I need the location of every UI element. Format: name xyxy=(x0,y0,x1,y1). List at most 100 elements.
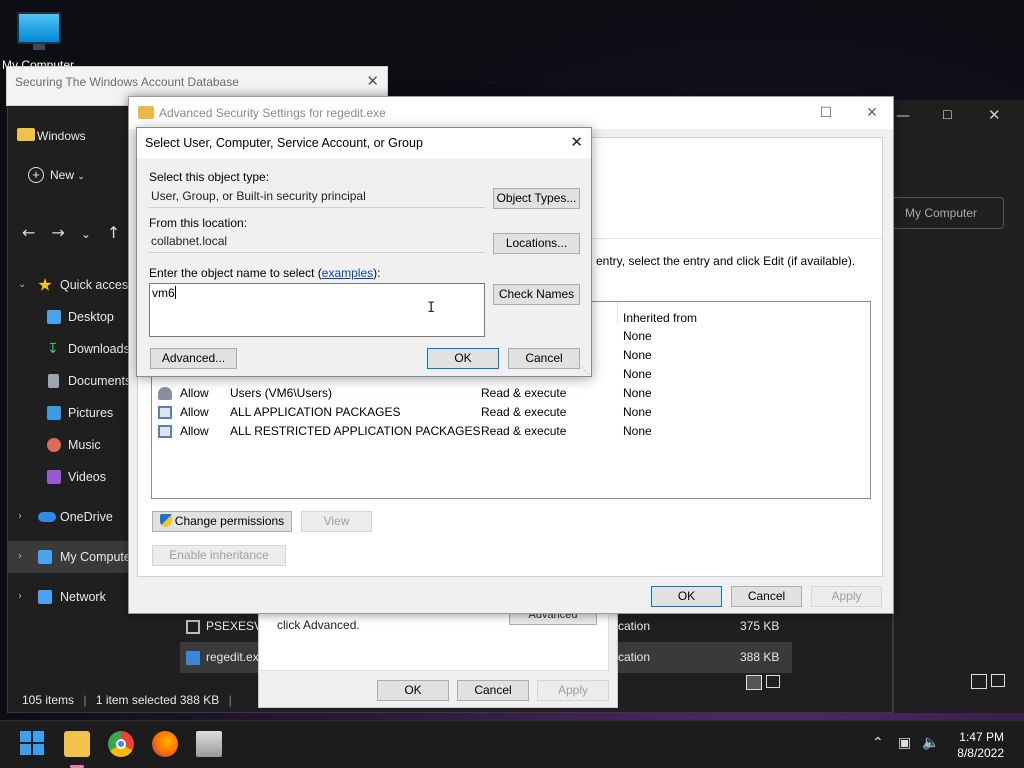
close-icon[interactable]: ✕ xyxy=(366,72,379,90)
view-button[interactable]: View xyxy=(301,511,372,532)
apply-button[interactable]: Apply xyxy=(811,586,882,607)
status-bar: 105 items | 1 item selected 388 KB | xyxy=(22,693,232,707)
chevron-right-icon[interactable]: › xyxy=(18,541,22,573)
volume-icon[interactable]: 🔈 xyxy=(922,735,939,751)
sidebar-item-downloads[interactable]: ↧ Downloads xyxy=(8,333,132,365)
app-icon xyxy=(186,620,200,634)
desktop-my-computer[interactable]: My Computer xyxy=(0,6,80,74)
download-icon: ↧ xyxy=(47,341,59,357)
chevron-right-icon[interactable]: › xyxy=(18,501,22,533)
object-name-label-text: Enter the object name to select ( xyxy=(149,266,322,280)
network-tray-icon[interactable]: ▣ xyxy=(898,735,911,751)
file-type: cation xyxy=(618,650,651,664)
sidebar-item-videos[interactable]: Videos xyxy=(8,461,132,493)
table-row[interactable]: Allow ALL APPLICATION PACKAGES Read & ex… xyxy=(152,403,870,422)
advanced-button[interactable]: Advanced... xyxy=(150,348,237,369)
sidebar-item-desktop[interactable]: Desktop xyxy=(8,301,132,333)
location-field: collabnet.local xyxy=(149,231,485,253)
new-button[interactable]: + New ⌄ xyxy=(28,167,85,183)
details-view-icon[interactable] xyxy=(746,675,762,690)
check-names-button[interactable]: Check Names xyxy=(493,284,580,305)
view-buttons xyxy=(969,672,1005,692)
chevron-up-icon[interactable]: ⌃ xyxy=(872,735,884,751)
cancel-button[interactable]: Cancel xyxy=(457,680,529,701)
row-inherited: None xyxy=(623,405,652,419)
windows-start-icon[interactable] xyxy=(20,731,46,757)
row-inherited: None xyxy=(623,367,652,381)
sidebar-item-label: Pictures xyxy=(68,406,114,420)
sidebar-item-pictures[interactable]: Pictures xyxy=(8,397,132,429)
minimize-icon[interactable]: — xyxy=(896,108,910,124)
sidebar-item-onedrive[interactable]: › OneDrive xyxy=(8,501,132,533)
column-header-inherited-from[interactable]: Inherited from xyxy=(623,311,697,325)
close-icon[interactable]: ✕ xyxy=(849,101,895,125)
firefox-icon[interactable] xyxy=(152,731,178,757)
object-types-button[interactable]: Object Types... xyxy=(493,188,580,209)
file-explorer-taskbar-icon[interactable] xyxy=(64,731,90,757)
change-permissions-label: Change permissions xyxy=(174,514,285,528)
computer-icon xyxy=(38,550,52,564)
row-type: Allow xyxy=(180,386,209,400)
ok-button[interactable]: OK xyxy=(651,586,722,607)
sidebar-item-label: Documents xyxy=(68,374,132,388)
maximize-icon[interactable]: ☐ xyxy=(803,101,849,125)
up-arrow-icon[interactable]: ↑ xyxy=(107,223,120,242)
sidebar-item-network[interactable]: › Network xyxy=(8,581,132,613)
file-type: cation xyxy=(618,619,651,633)
maximize-icon[interactable]: ☐ xyxy=(942,108,953,122)
dialog-title: Select User, Computer, Service Account, … xyxy=(145,136,423,150)
locations-button[interactable]: Locations... xyxy=(493,233,580,254)
monitor-icon xyxy=(17,12,61,44)
details-view-icon[interactable] xyxy=(971,674,987,689)
star-icon xyxy=(38,278,52,291)
change-permissions-button[interactable]: Change permissions xyxy=(152,511,292,532)
sidebar-item-quick-access[interactable]: ⌄ Quick access xyxy=(8,269,134,301)
object-type-label: Select this object type: xyxy=(149,170,270,184)
sidebar-item-label: OneDrive xyxy=(60,510,113,524)
close-icon[interactable]: ✕ xyxy=(570,133,583,151)
network-icon xyxy=(38,590,52,604)
forward-arrow-icon[interactable]: → xyxy=(51,223,64,242)
chevron-right-icon[interactable]: › xyxy=(18,581,22,613)
packages-icon xyxy=(158,425,172,438)
ok-button[interactable]: OK xyxy=(427,348,499,369)
row-inherited: None xyxy=(623,329,652,343)
recent-chevron-icon[interactable]: ⌄ xyxy=(81,227,91,241)
clock[interactable]: 1:47 PM 8/8/2022 xyxy=(957,729,1004,761)
sidebar-item-documents[interactable]: Documents xyxy=(8,365,132,397)
row-type: Allow xyxy=(180,405,209,419)
sidebar-item-label: Network xyxy=(60,590,106,604)
ibeam-cursor-icon: I xyxy=(427,300,436,316)
sidebar-item-music[interactable]: Music xyxy=(8,429,132,461)
nav-arrows: ← → ⌄ ↑ xyxy=(22,223,136,242)
chrome-icon[interactable] xyxy=(108,731,134,757)
back-arrow-icon[interactable]: ← xyxy=(22,223,35,242)
view-buttons xyxy=(744,673,780,693)
close-icon[interactable]: ✕ xyxy=(988,106,1001,124)
sidebar-item-my-computer[interactable]: › My Computer xyxy=(8,541,136,573)
enable-inheritance-button[interactable]: Enable inheritance xyxy=(152,545,286,566)
examples-link[interactable]: examples xyxy=(322,266,373,280)
instruction-text: entry, select the entry and click Edit (… xyxy=(596,254,856,268)
ok-button[interactable]: OK xyxy=(377,680,449,701)
resize-grip-icon[interactable]: ⋱ xyxy=(581,366,589,375)
sidebar-item-label: My Computer xyxy=(60,550,136,564)
folder-icon xyxy=(17,128,35,141)
table-row[interactable]: Allow Users (VM6\Users) Read & execute N… xyxy=(152,384,870,403)
chevron-down-icon: ⌄ xyxy=(77,171,85,181)
clock-time: 1:47 PM xyxy=(959,730,1004,744)
table-row[interactable]: Allow ALL RESTRICTED APPLICATION PACKAGE… xyxy=(152,422,870,441)
cancel-button[interactable]: Cancel xyxy=(731,586,802,607)
chevron-down-icon[interactable]: ⌄ xyxy=(18,269,26,301)
file-size: 375 KB xyxy=(740,619,780,633)
column-separator xyxy=(617,302,618,324)
row-principal: Users (VM6\Users) xyxy=(230,386,333,400)
tiles-view-icon[interactable] xyxy=(766,675,780,688)
cancel-button[interactable]: Cancel xyxy=(508,348,580,369)
sidebar-item-label: Music xyxy=(68,438,101,452)
explorer-title: Windows xyxy=(37,129,86,143)
apply-button[interactable]: Apply xyxy=(537,680,609,701)
tiles-view-icon[interactable] xyxy=(991,674,1005,687)
object-type-field: User, Group, or Built-in security princi… xyxy=(149,186,485,208)
user-photo-icon[interactable] xyxy=(196,731,222,757)
